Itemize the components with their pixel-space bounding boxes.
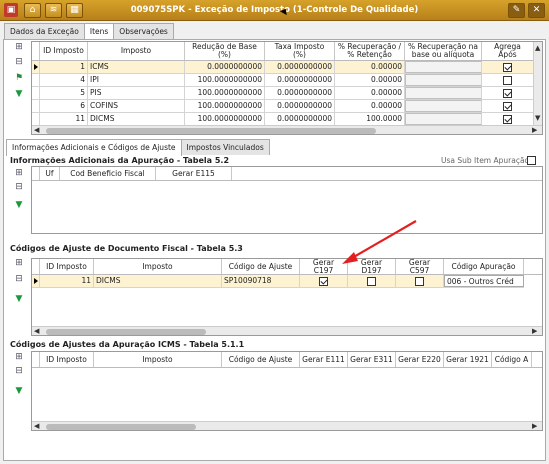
download-arrow-icon[interactable]: ▼ — [13, 89, 25, 99]
section1-grid: Uf Cod Beneficio Fiscal Gerar E115 — [31, 166, 543, 234]
grid-edit-icon[interactable]: ⊟ — [13, 57, 25, 67]
tab-observacoes[interactable]: Observações — [113, 23, 174, 39]
section2-title: Códigos de Ajuste de Documento Fiscal - … — [10, 244, 243, 253]
section3-horizontal-scrollbar[interactable]: ◀ ▶ — [32, 421, 542, 430]
col-id-imposto[interactable]: ID Imposto — [40, 259, 94, 274]
col-imposto[interactable]: Imposto — [94, 352, 222, 367]
section1-title: Informações Adicionais da Apuração - Tab… — [10, 156, 230, 165]
agrega-checkbox[interactable] — [503, 101, 512, 111]
download-arrow-icon[interactable]: ▼ — [13, 294, 25, 304]
recuperacao-combo[interactable] — [405, 113, 482, 125]
grid-add-icon[interactable]: ⊞ — [13, 42, 25, 52]
table-row[interactable]: 6 COFINS 100.0000000000 0.0000000000 0.0… — [32, 100, 534, 113]
recuperacao-combo[interactable] — [405, 61, 482, 73]
col-codigo-ajuste[interactable]: Código de Ajuste — [222, 259, 300, 274]
col-reducao[interactable]: Redução de Base (%) — [185, 42, 265, 60]
flag-icon[interactable]: ⚑ — [13, 73, 25, 83]
col-gerar-e311[interactable]: Gerar E311 — [348, 352, 396, 367]
grid-add-icon[interactable]: ⊞ — [13, 258, 25, 268]
section3-toolbar: ⊞ ⊟ ▼ — [8, 352, 32, 402]
col-gerar-e111[interactable]: Gerar E111 — [300, 352, 348, 367]
tools-button[interactable]: ✎ — [508, 3, 525, 18]
col-id-imposto[interactable]: ID Imposto — [40, 42, 88, 60]
items-horizontal-scrollbar[interactable]: ◀ ▶ — [32, 125, 542, 134]
use-sub-item-checkbox[interactable] — [527, 156, 536, 165]
gerar-c597-checkbox[interactable] — [415, 276, 424, 286]
annotation-arrow-icon — [342, 220, 417, 264]
sub-tab-bar: Informações Adicionais e Códigos de Ajus… — [6, 139, 270, 156]
section3-title: Códigos de Ajustes da Apuração ICMS - Ta… — [10, 340, 245, 349]
table-row[interactable]: 5 PIS 100.0000000000 0.0000000000 0.0000… — [32, 87, 534, 100]
col-codigo-ajuste[interactable]: Código de Ajuste — [222, 352, 300, 367]
gerar-d197-checkbox[interactable] — [367, 276, 376, 286]
use-sub-item-label: Usa Sub Item Apuração — [441, 156, 530, 165]
section2-horizontal-scrollbar[interactable]: ◀ ▶ — [32, 326, 542, 335]
col-imposto[interactable]: Imposto — [94, 259, 222, 274]
close-button[interactable]: ✕ — [528, 3, 545, 18]
recuperacao-combo[interactable] — [405, 87, 482, 99]
gerar-c197-checkbox[interactable] — [319, 276, 328, 286]
top-tab-bar: Dados da Exceção Itens Observações — [4, 23, 174, 40]
col-gerar-1921[interactable]: Gerar 1921 — [444, 352, 492, 367]
download-arrow-icon[interactable]: ▼ — [13, 386, 25, 396]
agrega-checkbox[interactable] — [503, 62, 512, 72]
col-gerar-e220[interactable]: Gerar E220 — [396, 352, 444, 367]
col-uf[interactable]: Uf — [40, 167, 60, 180]
window-title: 009075SPK - Exceção de Imposto (1-Contro… — [130, 5, 419, 15]
agrega-checkbox[interactable] — [503, 75, 512, 85]
items-grid: ID Imposto Imposto Redução de Base (%) T… — [31, 41, 543, 135]
table-row[interactable]: 4 IPI 100.0000000000 0.0000000000 0.0000… — [32, 74, 534, 87]
col-imposto[interactable]: Imposto — [88, 42, 185, 60]
grid-edit-icon[interactable]: ⊟ — [13, 182, 25, 192]
col-agrega[interactable]: Agrega Após — [482, 42, 534, 60]
section1-toolbar: ⊞ ⊟ ▼ — [8, 168, 32, 218]
download-arrow-icon[interactable]: ▼ — [13, 200, 25, 210]
agrega-checkbox[interactable] — [503, 114, 512, 124]
col-codigo-apuracao[interactable]: Código Apuração — [444, 259, 524, 274]
codigo-apuracao-combo[interactable]: 006 - Outros Créd — [444, 275, 524, 287]
col-taxa[interactable]: Taxa Imposto (%) — [265, 42, 335, 60]
col-cod-beneficio[interactable]: Cod Beneficio Fiscal — [60, 167, 156, 180]
tab-dados-excecao[interactable]: Dados da Exceção — [4, 23, 85, 39]
col-codigo-a[interactable]: Código A — [492, 352, 532, 367]
title-bar: ▣ ⌂ ≋ ▦ 009075SPK - Exceção de Imposto (… — [0, 0, 549, 21]
tab-itens[interactable]: Itens — [83, 23, 115, 40]
col-id-imposto[interactable]: ID Imposto — [40, 352, 94, 367]
recuperacao-combo[interactable] — [405, 74, 482, 86]
col-gerar-e115[interactable]: Gerar E115 — [156, 167, 232, 180]
section2-toolbar: ⊞ ⊟ ▼ — [8, 258, 32, 308]
section3-grid: ID Imposto Imposto Código de Ajuste Gera… — [31, 351, 543, 431]
section2-grid: ID Imposto Imposto Código de Ajuste Gera… — [31, 258, 543, 336]
col-recuperacao-base[interactable]: % Recuperação na base ou alíquota — [405, 42, 482, 60]
table-row[interactable]: 11 DICMS SP10090718 006 - Outros Créd — [32, 275, 524, 288]
current-row-marker — [34, 278, 38, 284]
agrega-checkbox[interactable] — [503, 88, 512, 98]
grid-edit-icon[interactable]: ⊟ — [13, 366, 25, 376]
table-row[interactable]: 1 ICMS 0.0000000000 0.0000000000 0.00000 — [32, 61, 534, 74]
items-toolbar: ⊞ ⊟ ⚑ ▼ — [8, 42, 32, 102]
grid-edit-icon[interactable]: ⊟ — [13, 274, 25, 284]
items-vertical-scrollbar[interactable]: ▲ ▼ — [533, 42, 542, 126]
grid-add-icon[interactable]: ⊞ — [13, 168, 25, 178]
grid-add-icon[interactable]: ⊞ — [13, 352, 25, 362]
col-recuperacao[interactable]: % Recuperação / % Retenção — [335, 42, 405, 60]
tab-informacoes-adicionais[interactable]: Informações Adicionais e Códigos de Ajus… — [6, 139, 182, 156]
recuperacao-combo[interactable] — [405, 100, 482, 112]
current-row-marker — [34, 64, 38, 70]
tab-impostos-vinculados[interactable]: Impostos Vinculados — [180, 139, 270, 155]
